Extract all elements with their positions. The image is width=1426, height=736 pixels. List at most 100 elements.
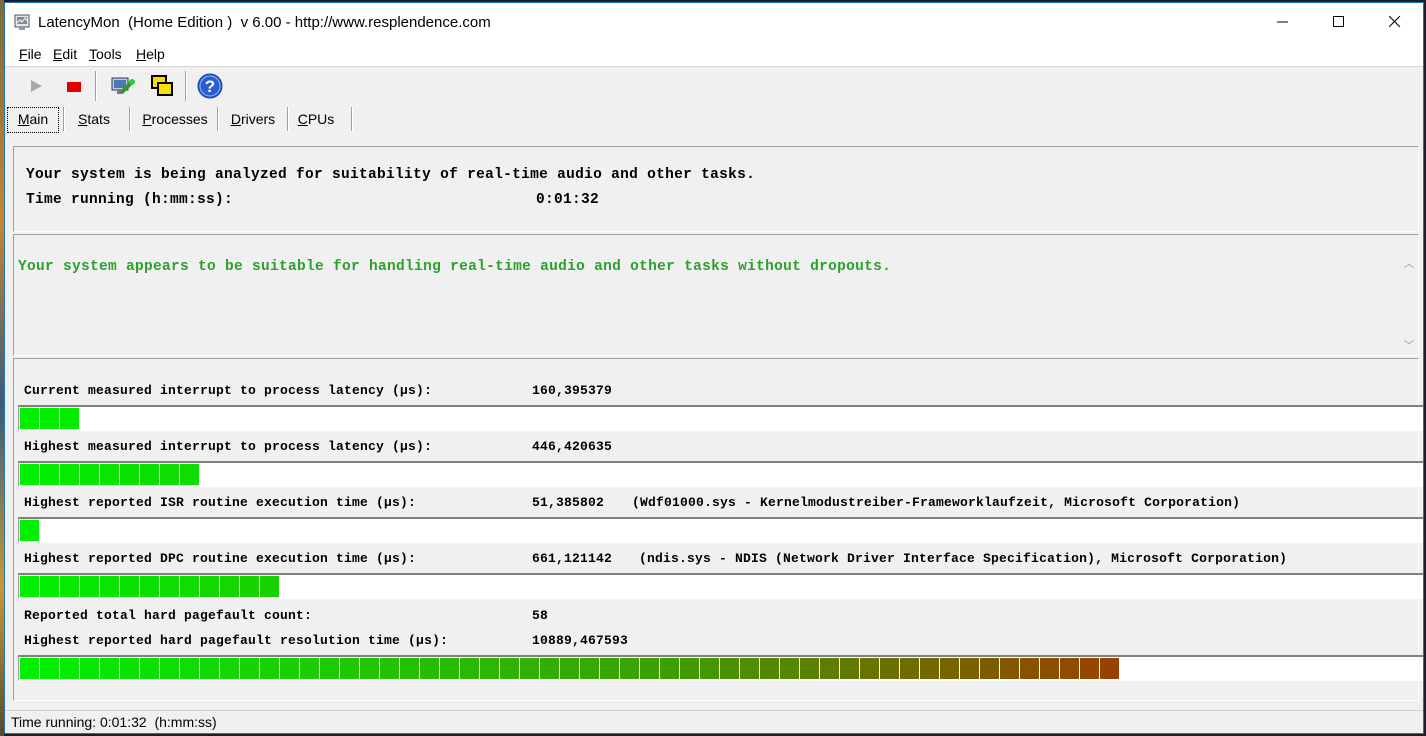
bar-segment bbox=[20, 520, 39, 541]
bar-segment bbox=[80, 576, 99, 597]
help-button[interactable]: ? bbox=[195, 71, 225, 101]
status-text: Time running: 0:01:32 (h:mm:ss) bbox=[11, 714, 217, 730]
bar-segment bbox=[240, 576, 259, 597]
bar-segment bbox=[20, 408, 39, 429]
bar-segment bbox=[200, 576, 219, 597]
bar-segment bbox=[380, 658, 399, 679]
dpc-bar bbox=[18, 573, 1423, 599]
tab-bar: Main Stats Processes Drivers CPUs bbox=[5, 103, 1423, 133]
tab-main[interactable]: Main bbox=[7, 107, 59, 133]
bar-segment bbox=[40, 576, 59, 597]
pagefault-count-label: Reported total hard pagefault count: bbox=[24, 608, 313, 623]
bar-segment bbox=[1020, 658, 1039, 679]
bar-segment bbox=[980, 658, 999, 679]
bar-segment bbox=[920, 658, 939, 679]
bar-segment bbox=[960, 658, 979, 679]
bar-segment bbox=[40, 658, 59, 679]
scroll-up-icon[interactable]: ︿ bbox=[1400, 255, 1418, 273]
status-bar: Time running: 0:01:32 (h:mm:ss) bbox=[5, 710, 1423, 733]
bar-segment bbox=[880, 658, 899, 679]
dpc-value: 661,121142 bbox=[532, 551, 613, 566]
bar-segment bbox=[1000, 658, 1019, 679]
windows-icon bbox=[151, 75, 173, 96]
bar-segment bbox=[180, 464, 199, 485]
bar-segment bbox=[200, 658, 219, 679]
bar-segment bbox=[700, 658, 719, 679]
isr-label: Highest reported ISR routine execution t… bbox=[24, 495, 417, 510]
bar-segment bbox=[320, 658, 339, 679]
toolbar: ? bbox=[5, 67, 1423, 103]
menu-tools[interactable]: Tools bbox=[89, 46, 122, 62]
bar-segment bbox=[40, 408, 59, 429]
start-button[interactable] bbox=[21, 71, 51, 101]
title-bar[interactable]: LatencyMon (Home Edition ) v 6.00 - http… bbox=[5, 3, 1423, 41]
bar-segment bbox=[100, 658, 119, 679]
bar-segment bbox=[540, 658, 559, 679]
pagefault-time-bar bbox=[18, 655, 1423, 681]
isr-value: 51,385802 bbox=[532, 495, 605, 510]
analyze-button[interactable] bbox=[107, 71, 137, 101]
help-icon: ? bbox=[197, 73, 223, 99]
isr-driver: (Wdf01000.sys - Kernelmodustreiber-Frame… bbox=[632, 495, 1241, 510]
bar-segment bbox=[60, 464, 79, 485]
bar-segment bbox=[240, 658, 259, 679]
window-title: LatencyMon (Home Edition ) v 6.00 - http… bbox=[38, 14, 491, 31]
verdict-text: Your system appears to be suitable for h… bbox=[18, 259, 892, 275]
bar-segment bbox=[120, 576, 139, 597]
close-icon bbox=[1389, 16, 1401, 28]
bar-segment bbox=[260, 576, 279, 597]
bar-segment bbox=[840, 658, 859, 679]
menu-file[interactable]: File bbox=[19, 46, 42, 62]
maximize-button[interactable] bbox=[1311, 3, 1367, 41]
menu-help[interactable]: Help bbox=[136, 46, 165, 62]
bar-segment bbox=[60, 408, 79, 429]
bar-segment bbox=[160, 464, 179, 485]
scroll-down-icon[interactable]: ﹀ bbox=[1400, 337, 1418, 355]
minimize-button[interactable] bbox=[1255, 3, 1311, 41]
bar-segment bbox=[760, 658, 779, 679]
bar-segment bbox=[20, 464, 39, 485]
dpc-label: Highest reported DPC routine execution t… bbox=[24, 551, 417, 566]
bar-segment bbox=[80, 464, 99, 485]
bar-segment bbox=[820, 658, 839, 679]
bar-segment bbox=[60, 576, 79, 597]
stop-icon bbox=[67, 82, 81, 92]
current-latency-bar bbox=[18, 405, 1423, 431]
tab-drivers[interactable]: Drivers bbox=[223, 107, 283, 131]
analysis-status-text: Your system is being analyzed for suitab… bbox=[26, 167, 756, 183]
bar-segment bbox=[660, 658, 679, 679]
bar-segment bbox=[460, 658, 479, 679]
tab-cpus[interactable]: CPUs bbox=[291, 107, 341, 131]
bar-segment bbox=[180, 658, 199, 679]
tab-separator bbox=[287, 107, 289, 131]
tab-processes[interactable]: Processes bbox=[135, 107, 215, 131]
verdict-scrollbar[interactable]: ︿ ﹀ bbox=[1400, 235, 1418, 355]
bar-segment bbox=[280, 658, 299, 679]
tab-separator bbox=[129, 107, 131, 131]
bar-segment bbox=[60, 658, 79, 679]
highest-latency-label: Highest measured interrupt to process la… bbox=[24, 439, 433, 454]
stop-button[interactable] bbox=[59, 71, 89, 101]
bar-segment bbox=[440, 658, 459, 679]
bar-segment bbox=[220, 658, 239, 679]
bar-segment bbox=[640, 658, 659, 679]
menu-bar: File Edit Tools Help bbox=[5, 41, 1423, 67]
pagefault-time-label: Highest reported hard pagefault resoluti… bbox=[24, 633, 449, 648]
bar-segment bbox=[560, 658, 579, 679]
windows-button[interactable] bbox=[147, 71, 177, 101]
tab-stats[interactable]: Stats bbox=[69, 107, 119, 131]
close-button[interactable] bbox=[1367, 3, 1423, 41]
current-latency-label: Current measured interrupt to process la… bbox=[24, 383, 433, 398]
bar-segment bbox=[940, 658, 959, 679]
time-running-value: 0:01:32 bbox=[536, 192, 600, 208]
tab-separator bbox=[217, 107, 219, 131]
bar-segment bbox=[400, 658, 419, 679]
bar-segment bbox=[740, 658, 759, 679]
bar-segment bbox=[20, 576, 39, 597]
bar-segment bbox=[1040, 658, 1059, 679]
bar-segment bbox=[480, 658, 499, 679]
bar-segment bbox=[300, 658, 319, 679]
bar-segment bbox=[1080, 658, 1099, 679]
menu-edit[interactable]: Edit bbox=[53, 46, 77, 62]
app-icon bbox=[14, 13, 32, 31]
